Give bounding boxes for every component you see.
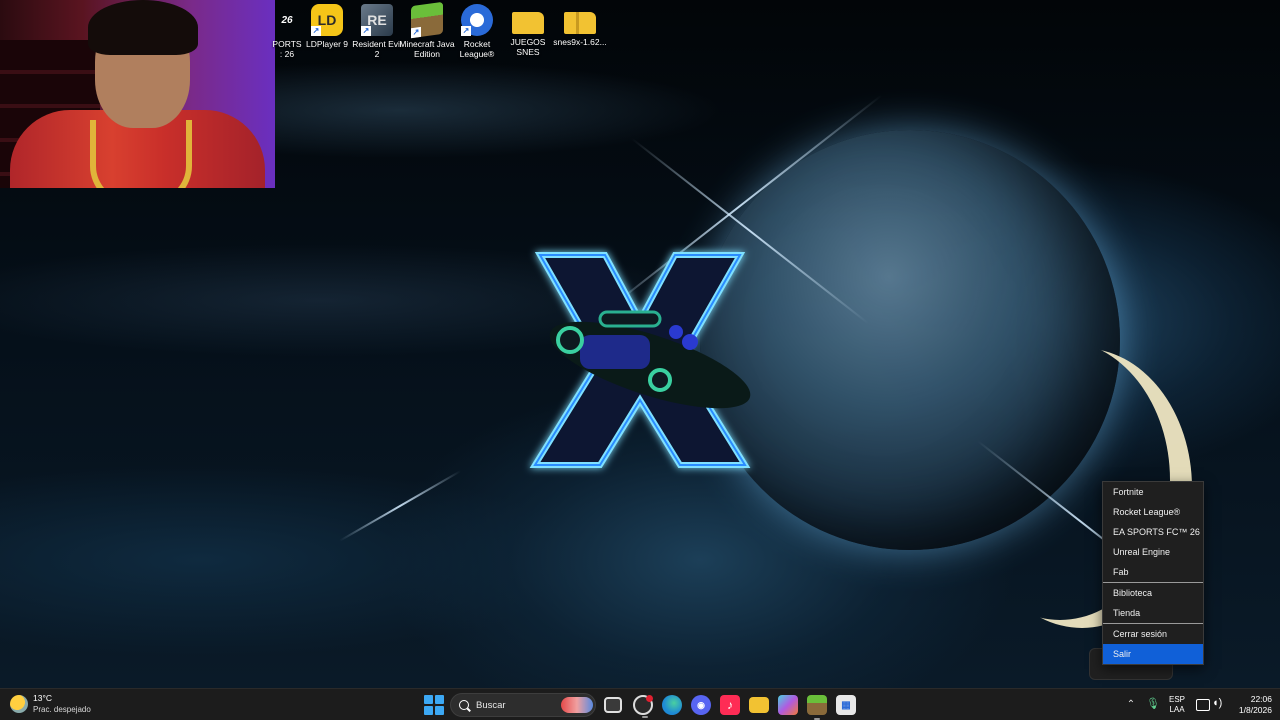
menu-item-ea-sports-fc[interactable]: EA SPORTS FC™ 26 (1103, 522, 1203, 542)
minecraft-icon[interactable] (807, 695, 827, 720)
desktop-icon-ea-sports-fc[interactable]: 26 PORTS : 26 (272, 4, 302, 60)
rocket-league-icon: ↗ (461, 4, 493, 36)
desktop-icon-label: LDPlayer 9 (305, 39, 349, 49)
task-view-icon[interactable] (604, 697, 622, 713)
desktop-icon-juegos-snes[interactable]: JUEGOS SNES (502, 4, 554, 59)
partly-sunny-icon (10, 695, 28, 713)
clock-date: 1/8/2026 (1238, 705, 1272, 715)
minecraft-icon: ↗ (411, 1, 443, 39)
desktop-icon-label: Resident Evil 2 (352, 39, 402, 59)
start-button[interactable] (424, 695, 444, 715)
wallpaper-star-flare (338, 470, 462, 542)
weather-temperature: 13°C (33, 693, 52, 703)
webcam-overlay (0, 0, 275, 188)
notification-badge (646, 695, 653, 702)
menu-item-unreal-engine[interactable]: Unreal Engine (1103, 542, 1203, 562)
search-placeholder: Buscar (476, 699, 506, 711)
desktop-icon-minecraft[interactable]: ↗ Minecraft Java Edition (399, 1, 455, 59)
zip-folder-icon (564, 12, 596, 34)
desktop-icon-grid: 26 PORTS : 26 LD ↗ LDPlayer 9 RE ↗ Residen… (272, 1, 607, 60)
network-icon[interactable] (1196, 699, 1210, 711)
obs-icon[interactable] (633, 695, 653, 718)
desktop-icon-label: PORTS : 26 (272, 39, 302, 59)
menu-item-fab[interactable]: Fab (1103, 562, 1203, 582)
menu-item-rocket-league[interactable]: Rocket League® (1103, 502, 1203, 522)
desktop-icon-resident-evil-2[interactable]: RE ↗ Resident Evil 2 (352, 4, 402, 59)
desktop-icon-label: JUEGOS SNES (510, 37, 546, 57)
desktop-icon-label: Minecraft Java Edition (399, 39, 455, 59)
volume-icon[interactable]: ◖) (1212, 697, 1222, 709)
ldplayer-icon: LD ↗ (311, 4, 343, 36)
menu-item-fortnite[interactable]: Fortnite (1103, 482, 1203, 502)
clock-time: 22:06 (1250, 694, 1272, 704)
language-indicator[interactable]: ESP LAA (1166, 695, 1188, 715)
keyboard-layout: LAA (1169, 705, 1185, 714)
webcam-person-hair (88, 0, 198, 55)
clock[interactable]: 22:06 1/8/2026 (1228, 694, 1272, 716)
desktop-icon-rocket-league[interactable]: ↗ Rocket League® (452, 4, 502, 59)
desktop-icon-ldplayer[interactable]: LD ↗ LDPlayer 9 (302, 4, 352, 59)
weather-condition: Prac. despejado (33, 705, 91, 714)
menu-item-cerrar-sesion[interactable]: Cerrar sesión (1103, 624, 1203, 644)
taskbar: 13°C Prac. despejado Buscar ◉ ♪ ▦ ⌃ 🎙 ES… (0, 688, 1280, 720)
search-icon (459, 700, 469, 710)
weather-widget[interactable]: 13°C Prac. despejado (10, 693, 91, 715)
menu-item-tienda[interactable]: Tienda (1103, 603, 1203, 623)
resident-evil-icon: RE ↗ (361, 4, 393, 36)
x-logo-icon (529, 252, 751, 468)
folder-icon (512, 12, 544, 34)
windows-logo-icon (424, 695, 433, 704)
desktop-icon-snes9x[interactable]: snes9x-1.62... (553, 4, 607, 59)
desktop-icon-label: snes9x-1.62... (553, 37, 607, 47)
store-icon[interactable]: ▦ (836, 695, 856, 715)
epic-games-tray-context-menu: Fortnite Rocket League® EA SPORTS FC™ 26… (1102, 481, 1204, 665)
folder-icon[interactable] (749, 697, 769, 713)
microphone-icon[interactable]: 🎙 (1146, 697, 1160, 713)
ea-sports-fc-icon: 26 (281, 14, 293, 26)
chevron-up-icon[interactable]: ⌃ (1124, 698, 1138, 712)
edge-icon[interactable] (662, 695, 682, 715)
menu-item-salir[interactable]: Salir (1103, 644, 1203, 664)
menu-item-biblioteca[interactable]: Biblioteca (1103, 583, 1203, 603)
search-highlight-icon (561, 697, 593, 713)
tiktok-icon[interactable]: ♪ (720, 695, 740, 715)
language-code: ESP (1168, 695, 1185, 704)
discord-icon[interactable]: ◉ (691, 695, 711, 715)
m365-icon[interactable] (778, 695, 798, 715)
desktop-icon-label: Rocket League® (459, 39, 495, 59)
taskbar-search[interactable]: Buscar (450, 693, 596, 717)
